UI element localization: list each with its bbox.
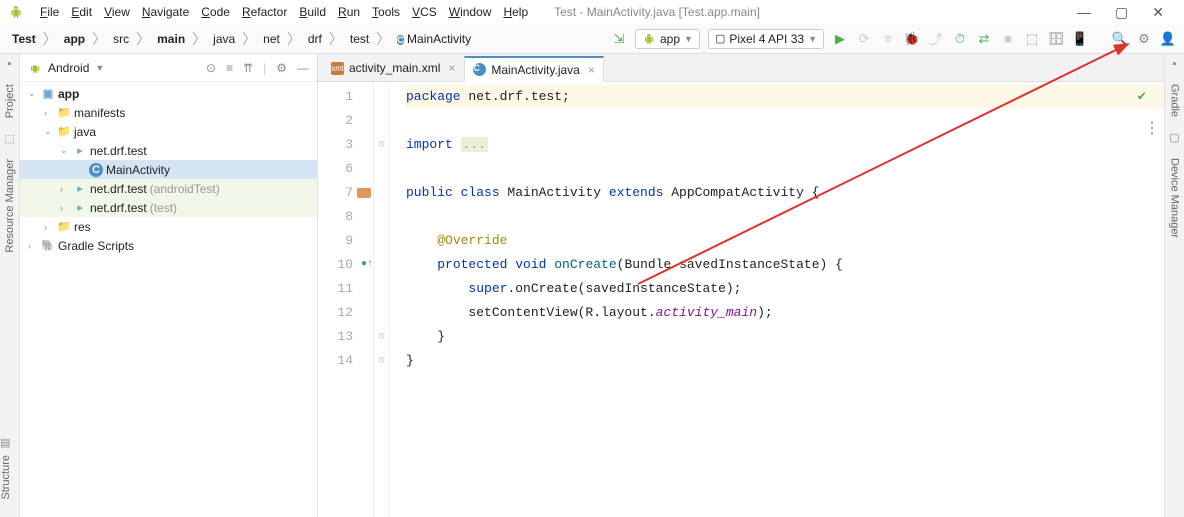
menu-code[interactable]: Code <box>195 3 236 21</box>
tree-item-net-drf-test[interactable]: ›▸net.drf.test (androidTest) <box>20 179 317 198</box>
menu-refactor[interactable]: Refactor <box>236 3 293 21</box>
project-strip-icon: ▪ <box>8 58 12 70</box>
panel-hide-icon[interactable]: — <box>297 61 309 75</box>
rerun-icon[interactable]: ⟳ <box>856 31 872 47</box>
breadcrumb-item[interactable]: Test <box>8 30 40 48</box>
menu-edit[interactable]: Edit <box>65 3 98 21</box>
menu-tools[interactable]: Tools <box>366 3 406 21</box>
resource-manager-tool-button[interactable]: Resource Manager <box>4 153 16 259</box>
breadcrumb-item[interactable]: app <box>60 30 89 48</box>
profile-icon[interactable]: ⤴ <box>928 31 944 47</box>
breadcrumb-item[interactable]: C MainActivity <box>393 30 475 48</box>
menu-build[interactable]: Build <box>293 3 332 21</box>
tree-item-net-drf-test[interactable]: ›▸net.drf.test (test) <box>20 198 317 217</box>
user-icon[interactable]: 👤 <box>1160 31 1176 47</box>
navigation-bar: Test〉app〉src〉main〉java〉net〉drf〉test〉C Ma… <box>0 24 1184 54</box>
main-area: ▪ Project ⬚ Resource Manager ▤ Structure… <box>0 54 1184 517</box>
emulator-icon[interactable]: 📱 <box>1072 31 1088 47</box>
menu-file[interactable]: File <box>34 3 65 21</box>
db-icon[interactable]: 🗄 <box>1048 31 1064 47</box>
line-number-gutter: 12367891011121314 <box>318 82 374 517</box>
gradle-tool-button[interactable]: Gradle <box>1169 78 1181 123</box>
editor-tab-bar: xmlactivity_main.xml×CMainActivity.java× <box>318 54 1164 82</box>
android-logo-icon <box>8 4 24 20</box>
structure-strip-icon: ▤ <box>0 437 10 449</box>
run-button[interactable]: ▶ <box>832 31 848 47</box>
device-selector[interactable]: ▢ Pixel 4 API 33 ▼ <box>708 29 824 49</box>
menu-run[interactable]: Run <box>332 3 366 21</box>
tree-item-app[interactable]: ⌄▣app <box>20 84 317 103</box>
minimize-button[interactable]: — <box>1077 4 1091 21</box>
device-strip-icon: ▢ <box>1169 131 1179 144</box>
breadcrumb-item[interactable]: java <box>209 30 239 48</box>
resource-strip-icon: ⬚ <box>4 132 14 145</box>
project-panel: Android ▼ ⊙ ≡ ⇈ | ⚙ — ⌄▣app›📁manifests⌄📁… <box>20 54 318 517</box>
sync-icon[interactable]: ⇲ <box>611 31 627 47</box>
right-tool-strip: ▪ Gradle ▢ Device Manager <box>1164 54 1184 517</box>
left-tool-strip: ▪ Project ⬚ Resource Manager ▤ Structure <box>0 54 20 517</box>
fold-gutter: ⊟⊟⊟ <box>374 82 390 517</box>
select-opened-icon[interactable]: ⊙ <box>206 61 216 75</box>
breadcrumb-item[interactable]: src <box>109 30 133 48</box>
search-icon[interactable]: 🔍 <box>1112 31 1128 47</box>
editor-options-icon[interactable]: ⋮ <box>1144 118 1160 138</box>
device-manager-tool-button[interactable]: Device Manager <box>1169 152 1181 244</box>
editor-area: xmlactivity_main.xml×CMainActivity.java×… <box>318 54 1164 517</box>
tree-item-MainActivity[interactable]: CMainActivity <box>20 160 317 179</box>
gradle-strip-icon: ▪ <box>1173 58 1177 70</box>
settings-icon[interactable]: ⚙ <box>1136 31 1152 47</box>
breadcrumb-item[interactable]: main <box>153 30 189 48</box>
menubar: FileEditViewNavigateCodeRefactorBuildRun… <box>0 0 1184 24</box>
panel-settings-icon[interactable]: ⚙ <box>276 61 287 75</box>
maximize-button[interactable]: ▢ <box>1115 4 1128 21</box>
menu-vcs[interactable]: VCS <box>406 3 443 21</box>
profiler-icon[interactable]: ⏱ <box>952 31 968 47</box>
close-tab-icon[interactable]: × <box>448 61 455 75</box>
project-tool-button[interactable]: Project <box>4 78 16 124</box>
code-content[interactable]: package net.drf.test;import ...public cl… <box>390 82 1164 517</box>
expand-all-icon[interactable]: ≡ <box>226 61 233 75</box>
close-tab-icon[interactable]: × <box>588 63 595 77</box>
close-button[interactable]: ✕ <box>1152 4 1164 21</box>
breadcrumb-item[interactable]: net <box>259 30 284 48</box>
menu-navigate[interactable]: Navigate <box>136 3 195 21</box>
menu-help[interactable]: Help <box>497 3 534 21</box>
project-view-selector[interactable]: Android <box>48 61 89 75</box>
layout-icon[interactable]: ⬚ <box>1024 31 1040 47</box>
breadcrumb-item[interactable]: test <box>346 30 373 48</box>
menu-view[interactable]: View <box>98 3 136 21</box>
stop-icon[interactable]: ■ <box>1000 31 1016 47</box>
project-tree[interactable]: ⌄▣app›📁manifests⌄📁java⌄▸net.drf.testCMai… <box>20 82 317 517</box>
window-title: Test - MainActivity.java [Test.app.main] <box>554 5 760 19</box>
coverage-icon[interactable]: ≡ <box>880 31 896 47</box>
inspection-ok-icon[interactable]: ✔ <box>1138 88 1146 105</box>
tree-item-Gradle Scripts[interactable]: ›🐘Gradle Scripts <box>20 236 317 255</box>
breadcrumb[interactable]: Test〉app〉src〉main〉java〉net〉drf〉test〉C Ma… <box>8 29 475 49</box>
tree-item-res[interactable]: ›📁res <box>20 217 317 236</box>
attach-icon[interactable]: ⇄ <box>976 31 992 47</box>
project-panel-header: Android ▼ ⊙ ≡ ⇈ | ⚙ — <box>20 54 317 82</box>
run-config-selector[interactable]: app ▼ <box>635 29 700 49</box>
debug-icon[interactable]: 🐞 <box>904 31 920 47</box>
tree-item-manifests[interactable]: ›📁manifests <box>20 103 317 122</box>
menu-window[interactable]: Window <box>443 3 498 21</box>
tree-item-net-drf-test[interactable]: ⌄▸net.drf.test <box>20 141 317 160</box>
collapse-all-icon[interactable]: ⇈ <box>243 61 253 75</box>
editor-tab[interactable]: xmlactivity_main.xml× <box>322 55 464 81</box>
editor-body[interactable]: 12367891011121314 ⊟⊟⊟ package net.drf.te… <box>318 82 1164 517</box>
editor-tab[interactable]: CMainActivity.java× <box>464 56 604 82</box>
tree-item-java[interactable]: ⌄📁java <box>20 122 317 141</box>
android-icon <box>28 61 42 75</box>
structure-tool-button[interactable]: Structure <box>0 449 12 506</box>
breadcrumb-item[interactable]: drf <box>304 30 326 48</box>
run-toolbar: ⇲ app ▼ ▢ Pixel 4 API 33 ▼ ▶ ⟳ ≡ 🐞 ⤴ ⏱ ⇄… <box>611 29 1176 49</box>
